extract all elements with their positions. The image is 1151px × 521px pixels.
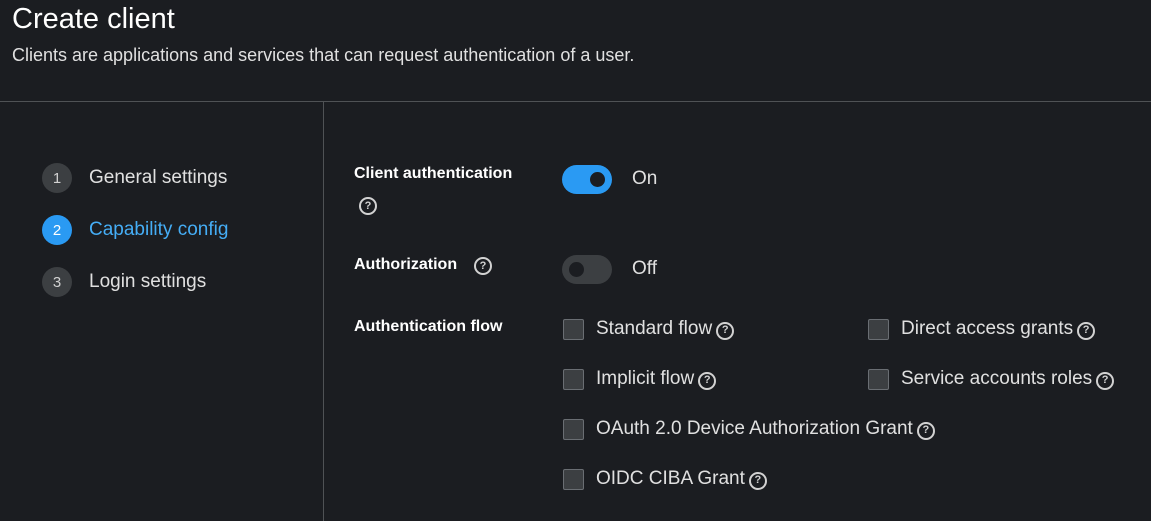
help-icon[interactable]: ?: [359, 197, 377, 215]
checkbox-label[interactable]: OAuth 2.0 Device Authorization Grant: [596, 418, 913, 440]
checkbox-label[interactable]: Direct access grants: [901, 318, 1073, 340]
wizard-step-login-settings[interactable]: 3 Login settings: [42, 267, 206, 297]
page-title: Create client: [12, 3, 175, 35]
oidc-ciba-grant-checkbox[interactable]: [563, 468, 584, 490]
authorization-label: Authorization: [354, 256, 458, 273]
oidc-ciba-grant-option: OIDC CIBA Grant ?: [563, 468, 767, 490]
service-accounts-roles-checkbox[interactable]: [868, 368, 889, 390]
standard-flow-checkbox[interactable]: [563, 318, 584, 340]
oauth-device-authorization-grant-checkbox[interactable]: [563, 418, 584, 440]
client-authentication-label: Client authentication: [354, 165, 513, 182]
client-authentication-switch[interactable]: [562, 165, 612, 194]
authorization-state: Off: [632, 258, 657, 279]
direct-access-grants-option: Direct access grants ?: [868, 318, 1096, 340]
page-header: Create client Clients are applications a…: [0, 0, 1151, 102]
checkbox-label[interactable]: Implicit flow: [596, 368, 694, 390]
direct-access-grants-checkbox[interactable]: [868, 318, 889, 340]
help-icon[interactable]: ?: [1096, 371, 1115, 390]
help-icon[interactable]: ?: [474, 257, 492, 275]
help-icon[interactable]: ?: [698, 371, 717, 390]
step-label: General settings: [89, 167, 228, 188]
checkbox-label[interactable]: Service accounts roles: [901, 368, 1092, 390]
step-number: 2: [42, 215, 72, 245]
wizard-step-general-settings[interactable]: 1 General settings: [42, 163, 227, 193]
step-label: Login settings: [89, 271, 207, 292]
step-number: 1: [42, 163, 72, 193]
switch-knob: [590, 172, 605, 187]
service-accounts-roles-option: Service accounts roles ?: [868, 368, 1115, 390]
wizard-nav: 1 General settings 2 Capability config 3…: [0, 102, 324, 521]
standard-flow-option: Standard flow ?: [563, 318, 735, 340]
help-icon[interactable]: ?: [916, 421, 935, 440]
step-number: 3: [42, 267, 72, 297]
page-subtitle: Clients are applications and services th…: [12, 45, 635, 65]
switch-knob: [569, 262, 584, 277]
wizard-step-capability-config[interactable]: 2 Capability config: [42, 215, 228, 245]
checkbox-label[interactable]: OIDC CIBA Grant: [596, 468, 745, 490]
implicit-flow-checkbox[interactable]: [563, 368, 584, 390]
client-authentication-state: On: [632, 168, 658, 189]
checkbox-label[interactable]: Standard flow: [596, 318, 712, 340]
authorization-switch[interactable]: [562, 255, 612, 284]
authentication-flow-label: Authentication flow: [354, 318, 503, 335]
oauth-device-authorization-grant-option: OAuth 2.0 Device Authorization Grant ?: [563, 418, 935, 440]
implicit-flow-option: Implicit flow ?: [563, 368, 717, 390]
help-icon[interactable]: ?: [716, 321, 735, 340]
help-icon[interactable]: ?: [1077, 321, 1096, 340]
step-label: Capability config: [89, 219, 229, 240]
help-icon[interactable]: ?: [748, 471, 767, 490]
